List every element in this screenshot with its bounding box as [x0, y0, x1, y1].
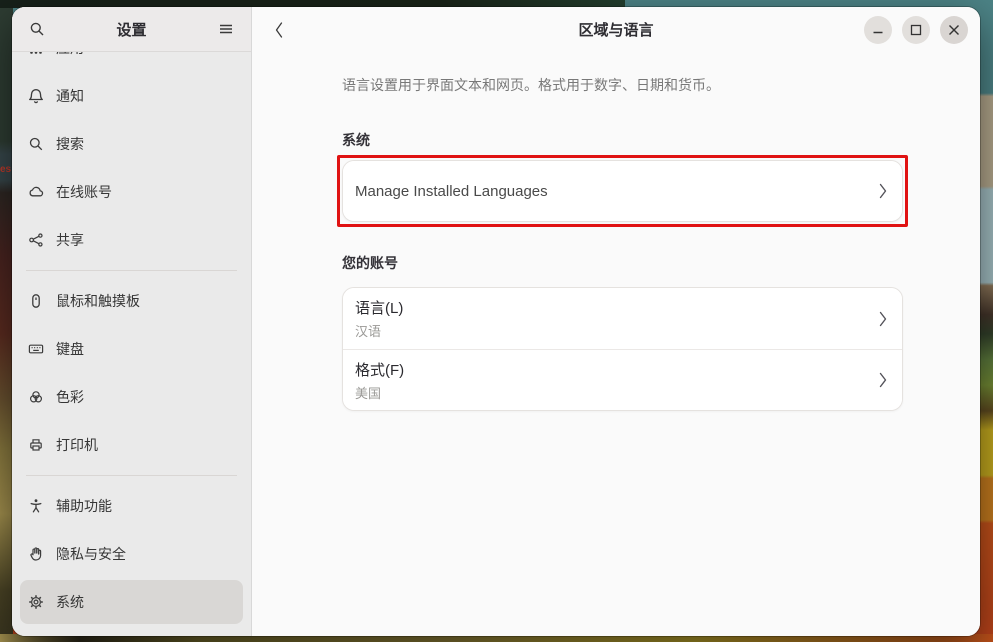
sidebar-item-label: 键盘: [56, 339, 84, 359]
sidebar-item-sharing[interactable]: 共享: [20, 218, 243, 262]
sidebar-item-label: 通知: [56, 86, 84, 106]
manage-installed-languages-row[interactable]: Manage Installed Languages: [343, 161, 902, 221]
cloud-icon: [28, 184, 44, 200]
hamburger-menu-icon: [219, 22, 233, 36]
system-rows-card: Manage Installed Languages: [342, 160, 903, 222]
mouse-icon: [28, 293, 44, 309]
chevron-right-icon: [878, 182, 888, 200]
annotation-highlight-box: Manage Installed Languages: [337, 155, 908, 227]
region-language-content: 语言设置用于界面文本和网页。格式用于数字、日期和货币。 系统 Manage In…: [252, 52, 903, 411]
search-button[interactable]: [22, 14, 52, 44]
sidebar-item-accessibility[interactable]: 辅助功能: [20, 484, 243, 528]
minimize-button[interactable]: [864, 16, 892, 44]
sidebar-item-printers[interactable]: 打印机: [20, 423, 243, 467]
row-subtitle: 汉语: [355, 321, 878, 340]
desktop-icon-label-fragment: es: [0, 164, 11, 175]
row-subtitle: 美国: [355, 383, 878, 402]
language-row[interactable]: 语言(L) 汉语: [343, 288, 902, 349]
section-title-system: 系统: [342, 130, 903, 150]
sidebar-item-privacy-security[interactable]: 隐私与安全: [20, 532, 243, 576]
row-title: 语言(L): [355, 297, 878, 318]
back-chevron-icon: [271, 19, 287, 41]
sidebar-item-label: 共享: [56, 230, 84, 250]
main-headerbar: 区域与语言: [252, 7, 980, 52]
sidebar-app-title: 设置: [52, 19, 211, 40]
gear-icon: [28, 594, 44, 610]
row-title: Manage Installed Languages: [355, 183, 878, 200]
sidebar-item-label: 打印机: [56, 435, 98, 455]
sidebar-item-keyboard[interactable]: 键盘: [20, 327, 243, 371]
maximize-button[interactable]: [902, 16, 930, 44]
sidebar-item-search[interactable]: 搜索: [20, 122, 243, 166]
settings-window: 设置 应用: [12, 7, 980, 636]
chevron-right-icon: [878, 310, 888, 328]
close-icon: [948, 24, 960, 36]
sidebar-item-label: 辅助功能: [56, 496, 112, 516]
sidebar-item-online-accounts[interactable]: 在线账号: [20, 170, 243, 214]
sidebar-item-mouse-touchpad[interactable]: 鼠标和触摸板: [20, 279, 243, 323]
printer-icon: [28, 437, 44, 453]
row-title: 格式(F): [355, 359, 878, 380]
sidebar-item-label: 隐私与安全: [56, 544, 126, 564]
section-title-your-account: 您的账号: [342, 253, 903, 273]
back-button[interactable]: [264, 15, 294, 45]
minimize-icon: [872, 24, 884, 36]
share-icon: [28, 232, 44, 248]
color-profiles-icon: [28, 389, 44, 405]
row-texts: 格式(F) 美国: [355, 359, 878, 402]
sidebar-item-label: 色彩: [56, 387, 84, 407]
sidebar-item-label: 搜索: [56, 134, 84, 154]
close-button[interactable]: [940, 16, 968, 44]
formats-row[interactable]: 格式(F) 美国: [343, 349, 902, 410]
magnifier-icon: [28, 136, 44, 152]
sidebar: 设置 应用: [12, 7, 252, 636]
sidebar-item-label: 系统: [56, 592, 84, 612]
maximize-icon: [910, 24, 922, 36]
sidebar-divider: [26, 270, 237, 271]
sidebar-item-notifications[interactable]: 通知: [20, 74, 243, 118]
hand-icon: [28, 546, 44, 562]
account-rows-card: 语言(L) 汉语 格式(F) 美国: [342, 287, 903, 411]
sidebar-item-label: 在线账号: [56, 182, 112, 202]
window-controls: [864, 16, 968, 44]
sidebar-item-color[interactable]: 色彩: [20, 375, 243, 419]
sidebar-divider: [26, 475, 237, 476]
row-texts: Manage Installed Languages: [355, 183, 878, 200]
keyboard-icon: [28, 341, 44, 357]
main-menu-button[interactable]: [211, 14, 241, 44]
accessibility-person-icon: [28, 498, 44, 514]
search-icon: [29, 21, 45, 37]
sidebar-header: 设置: [12, 7, 251, 52]
sidebar-item-system[interactable]: 系统: [20, 580, 243, 624]
page-description: 语言设置用于界面文本和网页。格式用于数字、日期和货币。: [342, 76, 903, 94]
main-pane: 区域与语言 语言: [252, 7, 980, 636]
chevron-right-icon: [878, 371, 888, 389]
bell-icon: [28, 88, 44, 104]
row-texts: 语言(L) 汉语: [355, 297, 878, 340]
sidebar-item-label: 鼠标和触摸板: [56, 291, 140, 311]
sidebar-list: 应用 通知 搜索: [12, 26, 251, 636]
